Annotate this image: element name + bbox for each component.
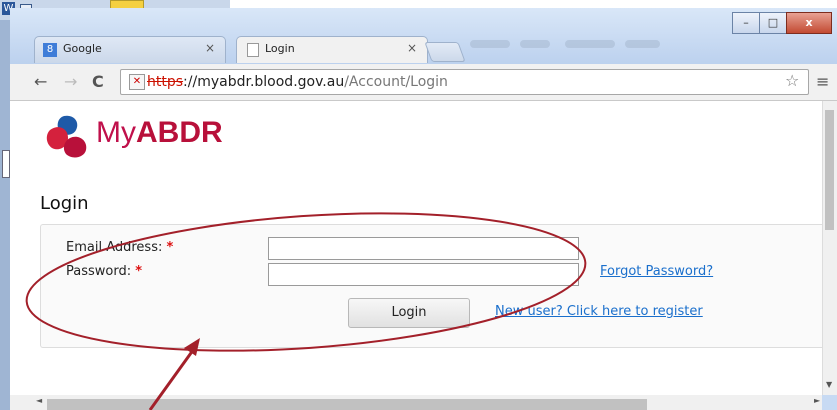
email-field[interactable] <box>268 237 579 260</box>
myabdr-logo-icon <box>46 115 87 158</box>
tab-google[interactable]: 8 Google × <box>34 36 226 63</box>
horizontal-scroll-thumb[interactable] <box>47 399 647 410</box>
maximize-button[interactable]: □ <box>759 12 787 34</box>
desktop-window: W – □ x 8 Google × Login × ← → C ✕ https… <box>0 0 837 410</box>
forgot-password-link[interactable]: Forgot Password? <box>600 264 713 279</box>
register-link[interactable]: New user? Click here to register <box>495 304 703 319</box>
blurred-bookmark <box>625 40 660 48</box>
forward-arrow-icon[interactable]: → <box>64 72 77 91</box>
password-label: Password: * <box>66 264 143 279</box>
address-bar[interactable]: ✕ https://myabdr.blood.gov.au/Account/Lo… <box>120 69 809 95</box>
close-icon[interactable]: × <box>205 41 215 55</box>
tab-label: Google <box>63 42 102 55</box>
scroll-down-icon[interactable]: ▼ <box>826 380 832 389</box>
insecure-lock-icon[interactable]: ✕ <box>129 74 145 90</box>
browser-toolbar: ← → C ✕ https://myabdr.blood.gov.au/Acco… <box>10 64 837 101</box>
tab-label: Login <box>265 42 295 55</box>
required-marker: * <box>135 264 143 279</box>
close-button[interactable]: x <box>786 12 832 34</box>
site-logo-text: MyABDR <box>96 116 223 149</box>
blurred-bookmark <box>520 40 550 48</box>
word-left-edge <box>0 20 10 410</box>
password-field[interactable] <box>268 263 579 286</box>
scroll-right-icon[interactable]: ► <box>814 396 820 405</box>
login-button[interactable]: Login <box>348 298 470 328</box>
minimize-button[interactable]: – <box>732 12 760 34</box>
scroll-left-icon[interactable]: ◄ <box>36 396 42 405</box>
url-scheme: https <box>147 74 184 90</box>
bookmark-star-icon[interactable]: ☆ <box>785 71 799 90</box>
google-icon: 8 <box>43 43 57 57</box>
email-label: Email Address: * <box>66 240 174 255</box>
url-host: ://myabdr.blood.gov.au <box>183 74 345 90</box>
blurred-bookmark <box>470 40 510 48</box>
tab-login[interactable]: Login × <box>236 36 428 63</box>
new-tab-button[interactable] <box>424 42 466 62</box>
page-title: Login <box>40 193 89 214</box>
url-text[interactable]: https://myabdr.blood.gov.au/Account/Logi… <box>147 74 448 90</box>
blurred-bookmark <box>565 40 615 48</box>
url-path: /Account/Login <box>344 74 448 90</box>
page-icon <box>247 43 259 57</box>
required-marker: * <box>166 240 174 255</box>
close-icon[interactable]: × <box>407 41 417 55</box>
menu-icon[interactable]: ≡ <box>816 72 829 91</box>
back-arrow-icon[interactable]: ← <box>34 72 47 91</box>
word-ruler-marker <box>2 150 10 178</box>
vertical-scroll-thumb[interactable] <box>825 110 834 230</box>
reload-icon[interactable]: C <box>92 72 104 91</box>
